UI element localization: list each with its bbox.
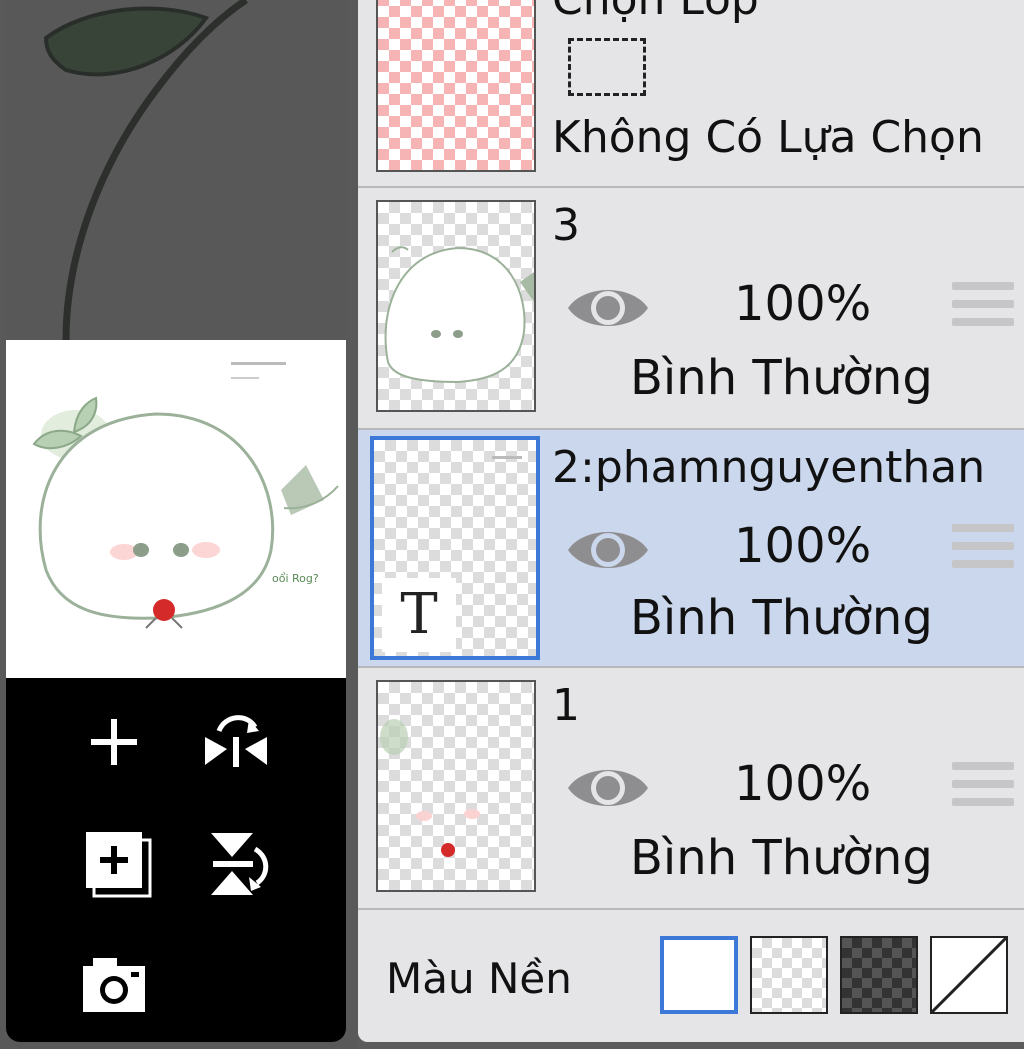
layer-blend-mode[interactable]: Bình Thường [630, 830, 933, 886]
background-none-swatch[interactable] [930, 936, 1008, 1014]
flip-vertical-button[interactable] [202, 828, 274, 900]
layer-toolbar [6, 678, 346, 1042]
layer-thumbnail-art [380, 719, 480, 857]
eye-icon[interactable] [566, 760, 650, 816]
layer-row[interactable]: 1 100% Bình Thường [358, 668, 1024, 910]
layer-row-selected[interactable]: T 2:phamnguyenthan 100% Bình Thường [358, 430, 1024, 668]
background-dark-checker-swatch[interactable] [840, 936, 918, 1014]
canvas-preview[interactable]: oổi Rog? [6, 340, 346, 678]
preview-caption: oổi Rog? [272, 572, 319, 585]
layer-blend-mode[interactable]: Bình Thường [630, 350, 933, 406]
camera-button[interactable] [78, 948, 150, 1020]
flip-horizontal-icon [205, 715, 267, 767]
eye-icon[interactable] [566, 522, 650, 578]
selection-status: Không Có Lựa Chọn [552, 112, 984, 163]
canvas-artwork [43, 0, 248, 340]
layer-row[interactable]: 3 100% Bình Thường [358, 188, 1024, 430]
eye-icon[interactable] [566, 280, 650, 336]
layer-thumbnail: T [370, 436, 540, 660]
selection-layer-thumbnail [376, 0, 536, 172]
drag-handle-icon[interactable] [952, 524, 1014, 576]
flip-horizontal-button[interactable] [200, 706, 272, 778]
text-layer-badge: T [382, 578, 456, 652]
duplicate-layer-button[interactable] [82, 828, 154, 900]
layer-tools-panel: oổi Rog? [6, 0, 346, 1042]
flip-vertical-icon [211, 833, 269, 895]
layer-name: 1 [552, 680, 580, 731]
layers-panel: Chọn Lớp Không Có Lựa Chọn 3 100% Bình T… [358, 0, 1024, 1042]
diagonal-slash-icon [932, 938, 1006, 1012]
layer-thumbnail [376, 200, 536, 412]
layer-thumbnail-art [384, 246, 534, 384]
background-white-swatch[interactable] [660, 936, 738, 1014]
background-light-checker-swatch[interactable] [750, 936, 828, 1014]
drag-handle-icon[interactable] [952, 282, 1014, 334]
layer-opacity[interactable]: 100% [734, 276, 871, 332]
duplicate-layer-icon [86, 832, 152, 898]
layer-name: 3 [552, 200, 580, 251]
selection-layer-title: Chọn Lớp [552, 0, 759, 25]
layer-opacity[interactable]: 100% [734, 756, 871, 812]
background-color-label: Màu Nền [386, 954, 572, 1003]
selection-marquee-icon [568, 38, 646, 96]
camera-icon [83, 958, 145, 1012]
background-color-row: Màu Nền [358, 910, 1024, 1042]
drag-handle-icon[interactable] [952, 762, 1014, 814]
preview-drawing [32, 362, 339, 629]
layer-thumbnail [376, 680, 536, 892]
add-layer-icon [91, 719, 137, 765]
layer-name: 2:phamnguyenthan [552, 442, 986, 493]
thumbnail-text-line [492, 456, 522, 459]
selection-layer-row[interactable]: Chọn Lớp Không Có Lựa Chọn [358, 0, 1024, 188]
layer-opacity[interactable]: 100% [734, 518, 871, 574]
add-layer-button[interactable] [78, 706, 150, 778]
layer-blend-mode[interactable]: Bình Thường [630, 590, 933, 646]
